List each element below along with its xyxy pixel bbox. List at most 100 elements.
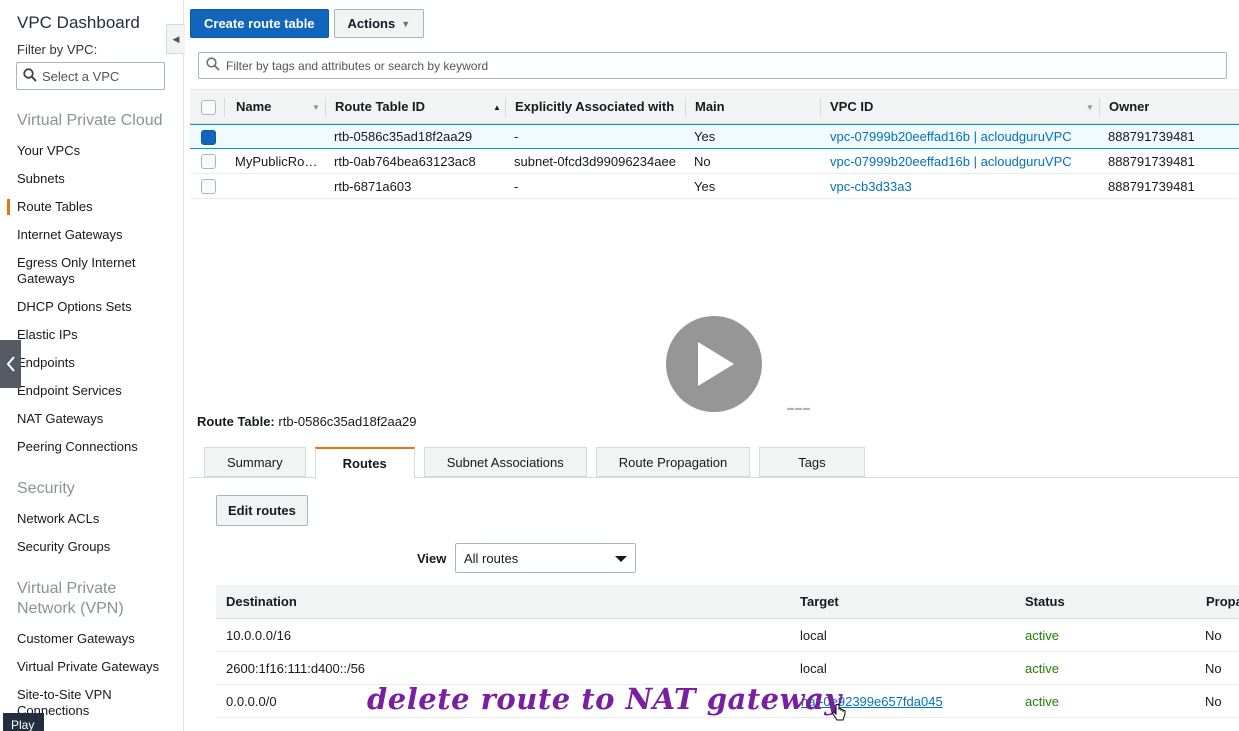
vpc-filter-select[interactable]: Select a VPC bbox=[16, 62, 165, 90]
column-header-status: Status bbox=[1025, 594, 1065, 609]
actions-button[interactable]: Actions ▼ bbox=[333, 9, 425, 38]
sidebar-item-dhcp-options-sets[interactable]: DHCP Options Sets bbox=[17, 299, 167, 315]
view-selected-value: All routes bbox=[464, 550, 519, 566]
cell-vpc-link[interactable]: vpc-07999b20eeffad16b | acloudguruVPC bbox=[830, 149, 1072, 173]
sidebar-item-security-groups[interactable]: Security Groups bbox=[17, 539, 167, 555]
column-divider bbox=[325, 98, 326, 117]
actions-label: Actions bbox=[347, 16, 396, 31]
view-select[interactable]: All routes bbox=[455, 543, 636, 573]
sidebar-item-subnets[interactable]: Subnets bbox=[17, 171, 167, 187]
section-vpn-line2: Network (VPN) bbox=[17, 600, 124, 617]
column-header-owner[interactable]: Owner bbox=[1109, 90, 1149, 123]
sidebar-title[interactable]: VPC Dashboard bbox=[17, 13, 140, 33]
cell-name: MyPublicRo… bbox=[235, 153, 318, 169]
route-tables-table: Name ▼ Route Table ID ▲ Explicitly Assoc… bbox=[190, 89, 1239, 199]
sort-icon[interactable]: ▼ bbox=[1086, 103, 1094, 112]
search-input[interactable]: Filter by tags and attributes or search … bbox=[198, 52, 1227, 79]
cell-target: local bbox=[800, 627, 827, 643]
tab-route-propagation[interactable]: Route Propagation bbox=[595, 447, 751, 477]
column-header-vpc-id[interactable]: VPC ID bbox=[830, 90, 873, 123]
section-vpn-line1: Virtual Private bbox=[17, 580, 117, 597]
sidebar-item-customer-gateways[interactable]: Customer Gateways bbox=[17, 631, 167, 647]
detail-tabs: Summary Routes Subnet Associations Route… bbox=[204, 447, 865, 479]
detail-title-label: Route Table: bbox=[197, 414, 275, 429]
column-header-name[interactable]: Name bbox=[236, 90, 271, 123]
sidebar-item-egress-only-internet-gateways[interactable]: Egress Only Internet Gateways bbox=[17, 255, 147, 287]
sidebar-item-network-acls[interactable]: Network ACLs bbox=[17, 511, 167, 527]
toolbar: Create route table Actions ▼ bbox=[190, 9, 425, 38]
table-row[interactable]: rtb-0586c35ad18f2aa29 - Yes vpc-07999b20… bbox=[190, 124, 1239, 149]
cell-destination: 0.0.0.0/0 bbox=[226, 693, 277, 709]
sidebar-item-peering-connections[interactable]: Peering Connections bbox=[17, 439, 167, 455]
tab-routes[interactable]: Routes bbox=[314, 447, 415, 479]
cell-association: subnet-0fcd3d99096234aee bbox=[514, 153, 676, 169]
edit-routes-button[interactable]: Edit routes bbox=[216, 495, 308, 526]
row-checkbox[interactable] bbox=[201, 130, 216, 145]
chevron-left-icon[interactable] bbox=[0, 340, 21, 388]
row-checkbox[interactable] bbox=[201, 179, 216, 194]
cell-main: No bbox=[694, 153, 711, 169]
select-all-checkbox[interactable] bbox=[201, 100, 216, 115]
column-divider bbox=[505, 98, 506, 117]
cell-target: local bbox=[800, 660, 827, 676]
tab-summary[interactable]: Summary bbox=[204, 447, 306, 477]
cell-owner: 888791739481 bbox=[1108, 178, 1195, 194]
search-icon bbox=[206, 57, 220, 74]
cell-route-table-id: rtb-0ab764bea63123ac8 bbox=[334, 153, 476, 169]
sort-icon[interactable]: ▼ bbox=[312, 103, 320, 112]
cell-destination: 10.0.0.0/16 bbox=[226, 627, 292, 643]
resize-handle-icon[interactable]: ▬▬▬ bbox=[787, 405, 811, 412]
route-row: 10.0.0.0/16 local active No bbox=[216, 619, 1239, 652]
sidebar-item-nat-gateways[interactable]: NAT Gateways bbox=[17, 411, 167, 427]
hand-pointer-icon bbox=[832, 704, 846, 722]
video-annotation: delete route to NAT gateway bbox=[367, 682, 842, 716]
column-header-main[interactable]: Main bbox=[695, 90, 725, 123]
caret-down-icon: ▼ bbox=[401, 18, 411, 29]
table-row[interactable]: rtb-6871a603 - Yes vpc-cb3d33a3 88879173… bbox=[190, 174, 1239, 199]
route-row: 2600:1f16:111:d400::/56 local active No bbox=[216, 652, 1239, 685]
section-virtual-private-cloud: Virtual Private Cloud bbox=[17, 112, 163, 129]
cell-owner: 888791739481 bbox=[1108, 153, 1195, 169]
video-play-tag[interactable]: Play bbox=[3, 713, 44, 731]
sidebar-item-route-tables[interactable]: Route Tables bbox=[7, 199, 157, 215]
cell-association: - bbox=[514, 178, 519, 194]
sidebar-item-your-vpcs[interactable]: Your VPCs bbox=[17, 143, 167, 159]
tab-tags[interactable]: Tags bbox=[759, 447, 865, 477]
column-header-explicitly-associated[interactable]: Explicitly Associated with bbox=[515, 90, 674, 123]
table-row[interactable]: MyPublicRo… rtb-0ab764bea63123ac8 subnet… bbox=[190, 149, 1239, 174]
column-divider bbox=[820, 98, 821, 117]
cell-status: active bbox=[1025, 693, 1059, 709]
search-placeholder: Filter by tags and attributes or search … bbox=[226, 58, 489, 73]
search-icon bbox=[23, 67, 37, 85]
cell-route-table-id: rtb-0586c35ad18f2aa29 bbox=[334, 129, 473, 144]
tab-subnet-associations[interactable]: Subnet Associations bbox=[423, 447, 587, 477]
cell-association: - bbox=[514, 129, 519, 144]
cell-propagated: No bbox=[1205, 693, 1222, 709]
column-divider bbox=[685, 98, 686, 117]
sidebar: VPC Dashboard Filter by VPC: Select a VP… bbox=[0, 0, 184, 731]
sidebar-item-internet-gateways[interactable]: Internet Gateways bbox=[17, 227, 167, 243]
collapse-sidebar-icon[interactable]: ◀ bbox=[166, 24, 185, 54]
video-play-icon[interactable] bbox=[666, 316, 762, 412]
row-checkbox[interactable] bbox=[201, 154, 216, 169]
cell-route-table-id: rtb-6871a603 bbox=[334, 178, 412, 194]
routes-table-header: Destination Target Status Propa bbox=[216, 585, 1239, 619]
section-security: Security bbox=[17, 480, 75, 497]
table-header: Name ▼ Route Table ID ▲ Explicitly Assoc… bbox=[190, 89, 1239, 124]
column-header-route-table-id[interactable]: Route Table ID bbox=[335, 90, 425, 123]
cell-vpc-link[interactable]: vpc-07999b20eeffad16b | acloudguruVPC bbox=[830, 125, 1072, 148]
detail-title: Route Table: rtb-0586c35ad18f2aa29 bbox=[197, 414, 416, 429]
column-divider bbox=[224, 98, 225, 117]
dropdown-arrow-icon bbox=[615, 556, 627, 562]
column-divider bbox=[1099, 98, 1100, 117]
sidebar-item-endpoints[interactable]: Endpoints bbox=[17, 355, 167, 371]
cell-status: active bbox=[1025, 660, 1059, 676]
sidebar-item-virtual-private-gateways[interactable]: Virtual Private Gateways bbox=[17, 659, 167, 675]
cell-vpc-link[interactable]: vpc-cb3d33a3 bbox=[830, 174, 912, 198]
sidebar-item-elastic-ips[interactable]: Elastic IPs bbox=[17, 327, 167, 343]
create-route-table-button[interactable]: Create route table bbox=[190, 9, 329, 38]
cell-status: active bbox=[1025, 627, 1059, 643]
cell-owner: 888791739481 bbox=[1108, 129, 1195, 144]
sort-ascending-icon[interactable]: ▲ bbox=[493, 103, 501, 112]
sidebar-item-endpoint-services[interactable]: Endpoint Services bbox=[17, 383, 167, 399]
